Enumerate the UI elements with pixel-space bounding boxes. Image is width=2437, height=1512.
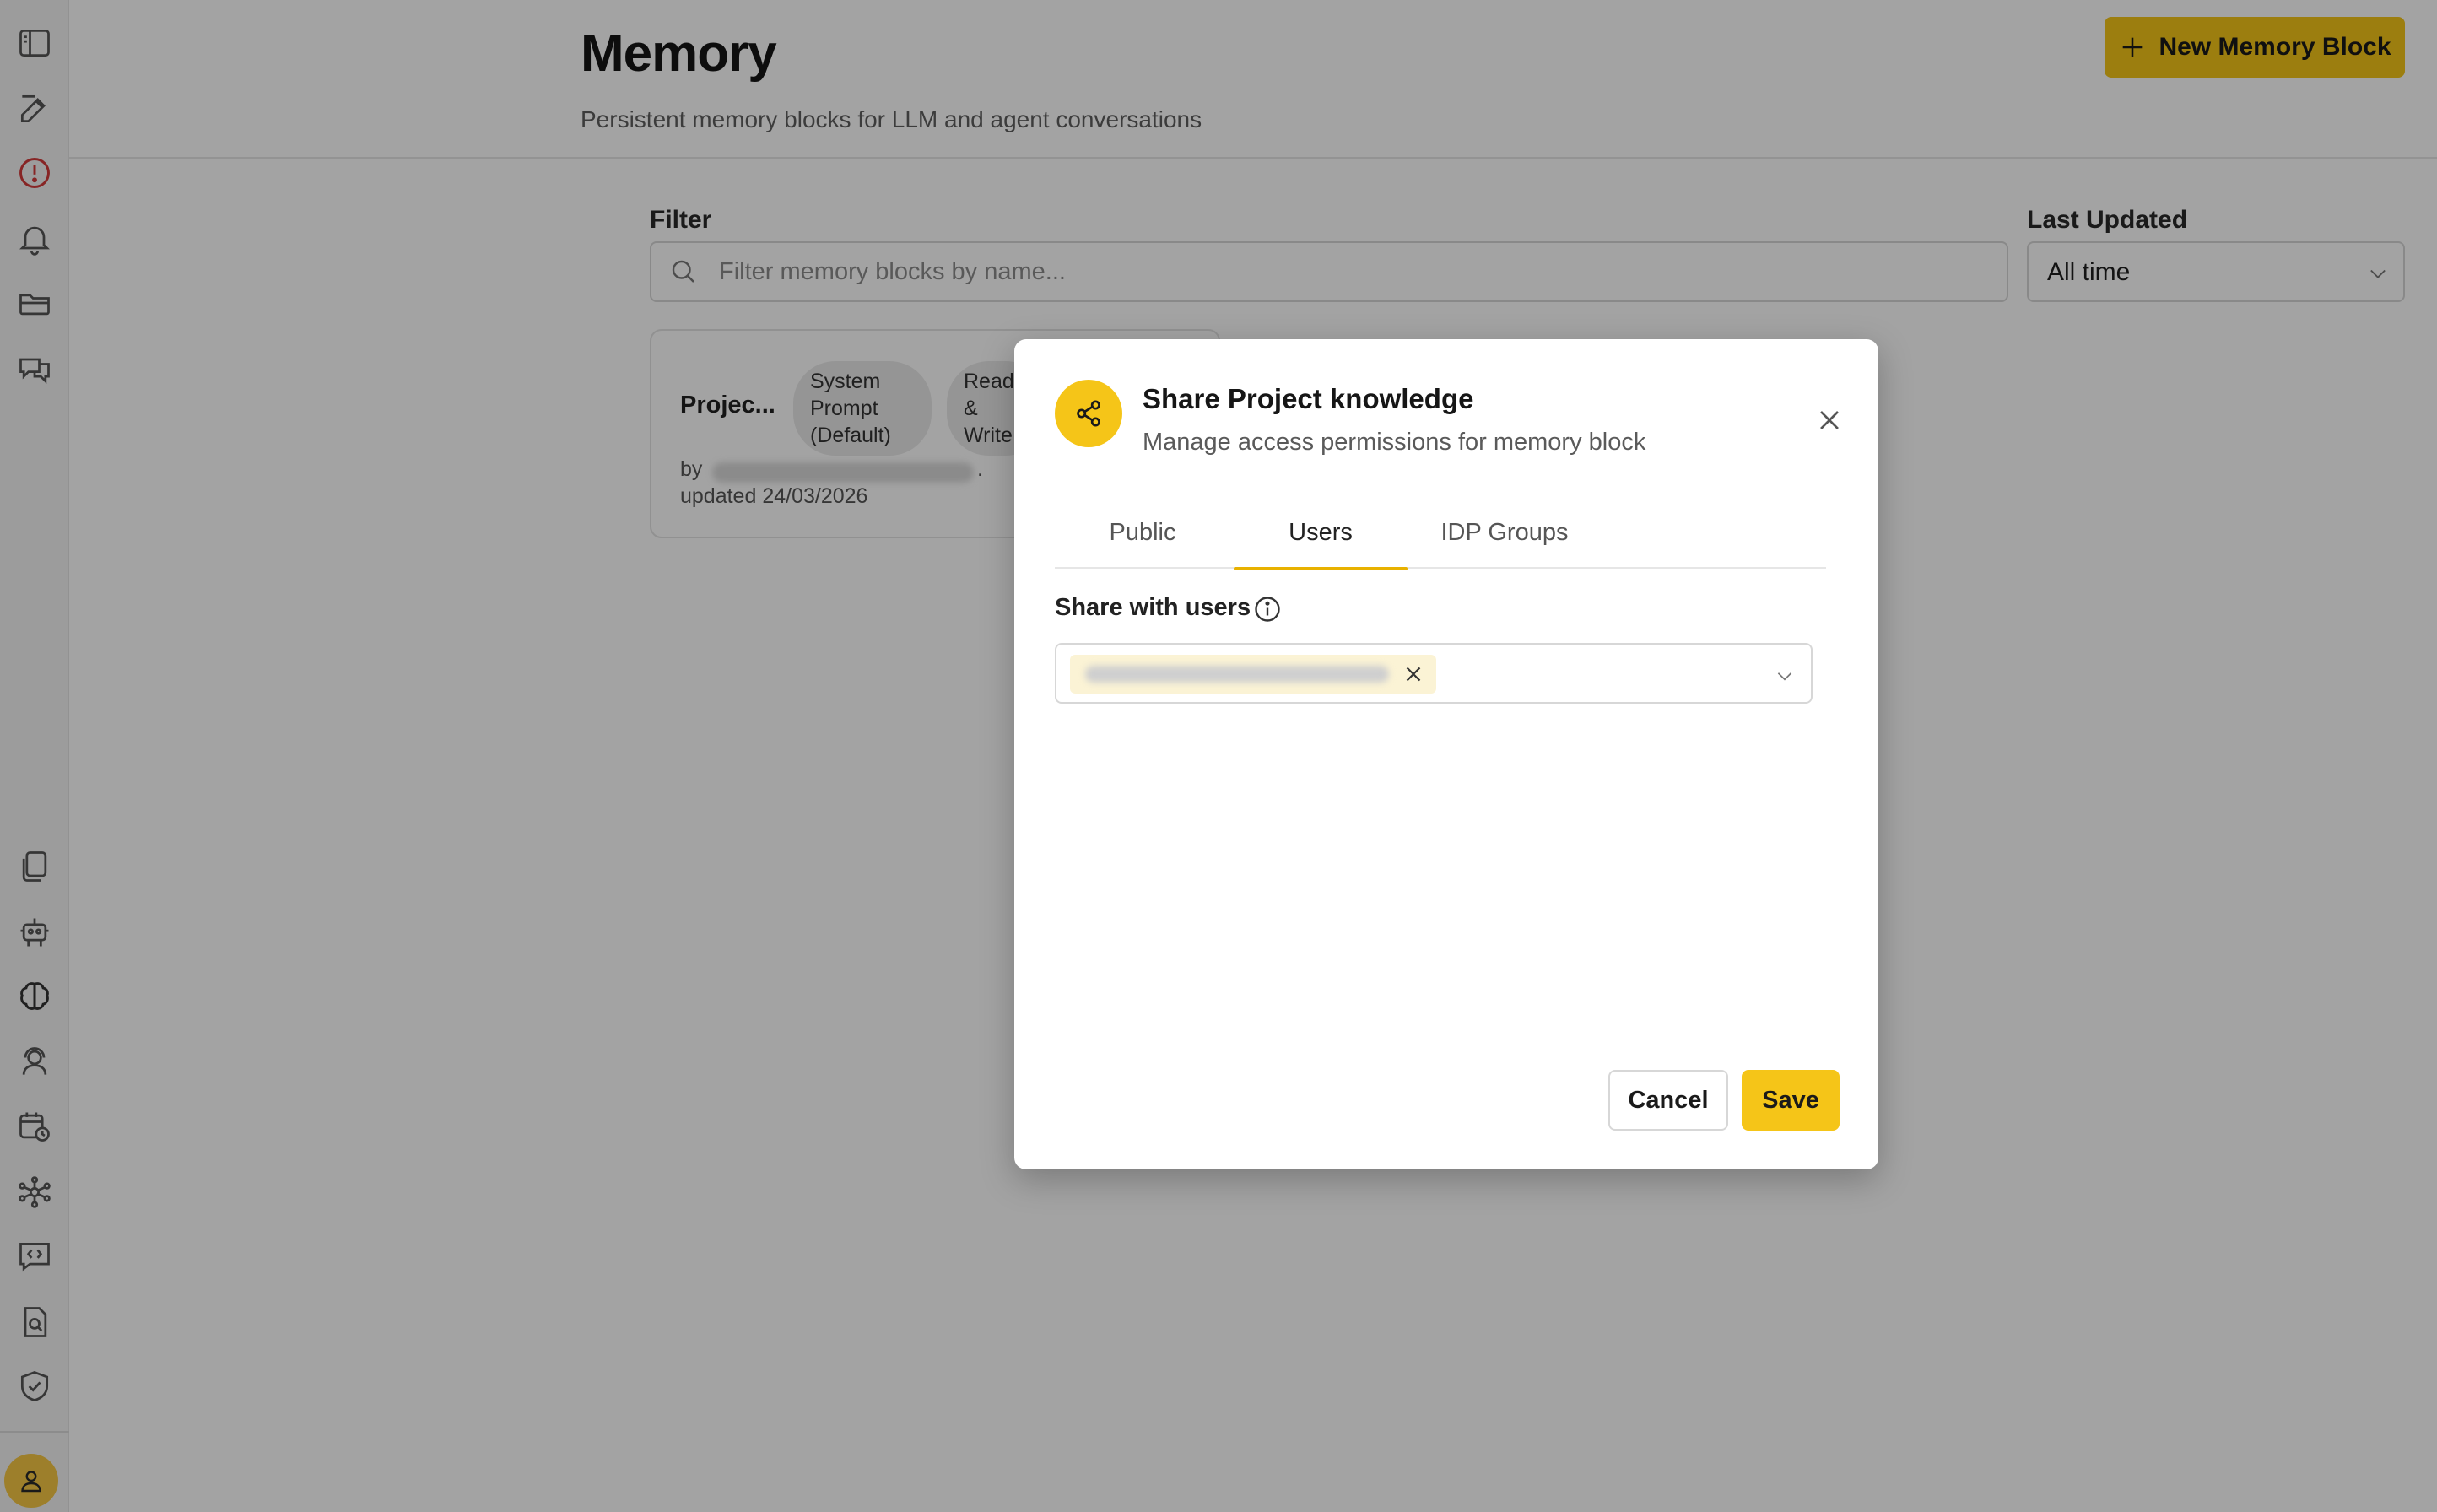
tab-users[interactable]: Users	[1234, 496, 1408, 570]
dialog-title: Share Project knowledge	[1143, 383, 1474, 414]
save-button[interactable]: Save	[1742, 1070, 1840, 1131]
info-icon[interactable]	[1252, 594, 1283, 624]
share-dialog: Share Project knowledge Manage access pe…	[1014, 339, 1878, 1169]
tab-public[interactable]: Public	[1055, 496, 1230, 569]
share-icon	[1055, 380, 1122, 447]
close-icon	[1820, 411, 1839, 429]
cancel-button[interactable]: Cancel	[1608, 1070, 1728, 1131]
chevron-down-icon[interactable]	[1774, 665, 1796, 687]
user-email-redacted	[1085, 666, 1389, 683]
share-tabs: Public Users IDP Groups	[1055, 496, 1826, 570]
share-with-users-label: Share with users	[1055, 594, 1251, 621]
dialog-subtitle: Manage access permissions for memory blo…	[1143, 429, 1646, 456]
remove-icon	[1406, 667, 1421, 682]
remove-user-button[interactable]	[1401, 662, 1426, 687]
close-button[interactable]	[1813, 403, 1846, 437]
selected-user-tag	[1070, 655, 1436, 694]
users-multiselect[interactable]	[1055, 643, 1813, 704]
tab-idp-groups[interactable]: IDP Groups	[1408, 496, 1602, 569]
